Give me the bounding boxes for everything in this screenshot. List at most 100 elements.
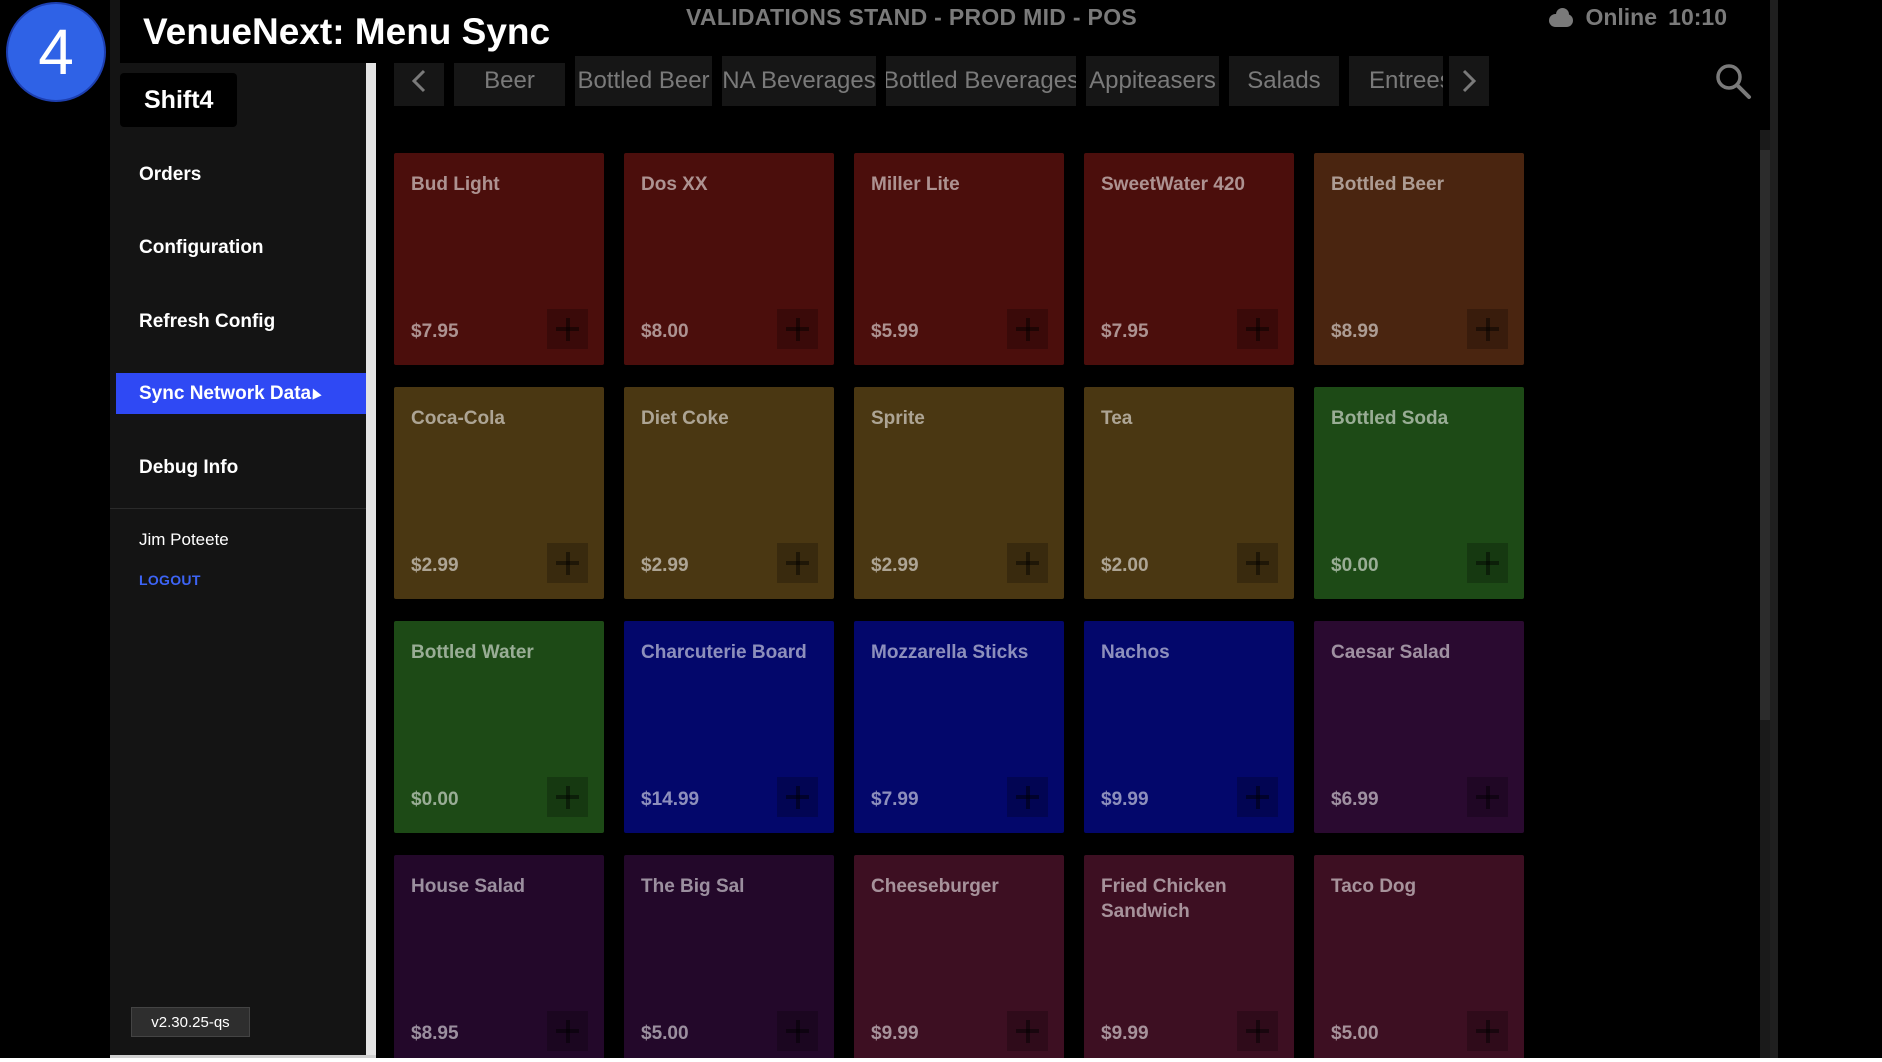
sidebar-item-label: Configuration xyxy=(139,236,264,258)
menu-item-tile[interactable]: Bottled Soda $0.00 xyxy=(1314,387,1524,599)
plus-icon[interactable] xyxy=(1467,309,1508,349)
plus-icon[interactable] xyxy=(1007,777,1048,817)
menu-item-tile[interactable]: House Salad $8.95 xyxy=(394,855,604,1059)
plus-icon[interactable] xyxy=(547,543,588,583)
menu-item-tile[interactable]: Diet Coke $2.99 xyxy=(624,387,834,599)
plus-icon[interactable] xyxy=(1237,777,1278,817)
category-tabs: Beer Bottled Beer NA Beverages Bottled B… xyxy=(394,56,1774,108)
menu-item-price: $9.99 xyxy=(1101,789,1149,810)
menu-item-price: $6.99 xyxy=(1331,789,1379,810)
plus-icon[interactable] xyxy=(1467,777,1508,817)
menu-item-name: Diet Coke xyxy=(641,408,729,429)
menu-item-price: $8.95 xyxy=(411,1023,459,1044)
plus-icon[interactable] xyxy=(1467,1011,1508,1051)
tutorial-caption: VenueNext: Menu Sync xyxy=(120,0,575,63)
menu-item-tile[interactable]: Dos XX $8.00 xyxy=(624,153,834,365)
menu-item-price: $7.95 xyxy=(1101,321,1149,342)
tabs-prev-button[interactable] xyxy=(394,56,444,106)
menu-item-price: $2.99 xyxy=(411,555,459,576)
menu-item-tile[interactable]: Cheeseburger $9.99 xyxy=(854,855,1064,1059)
plus-icon[interactable] xyxy=(547,309,588,349)
menu-item-name: Miller Lite xyxy=(871,174,960,195)
version-badge: v2.30.25-qs xyxy=(131,1007,250,1037)
menu-item-price: $14.99 xyxy=(641,789,700,810)
menu-item-name: Caesar Salad xyxy=(1331,642,1451,663)
tab-na-beverages[interactable]: NA Beverages xyxy=(722,56,876,106)
menu-item-tile[interactable]: Coca-Cola $2.99 xyxy=(394,387,604,599)
menu-item-name: Bottled Soda xyxy=(1331,408,1449,429)
page-title: VALIDATIONS STAND - PROD MID - POS xyxy=(686,4,1138,30)
menu-item-tile[interactable]: Mozzarella Sticks $7.99 xyxy=(854,621,1064,833)
menu-item-name: Bottled Beer xyxy=(1331,174,1444,195)
menu-item-tile[interactable]: Bud Light $7.95 xyxy=(394,153,604,365)
menu-item-tile[interactable]: Taco Dog $5.00 xyxy=(1314,855,1524,1059)
menu-item-price: $5.99 xyxy=(871,321,919,342)
menu-item-name: Sprite xyxy=(871,408,925,429)
plus-icon[interactable] xyxy=(1237,543,1278,583)
plus-icon[interactable] xyxy=(777,309,818,349)
menu-item-tile[interactable]: Fried Chicken Sandwich $9.99 xyxy=(1084,855,1294,1059)
menu-item-tile[interactable]: Bottled Beer $8.99 xyxy=(1314,153,1524,365)
menu-item-tile[interactable]: Sprite $2.99 xyxy=(854,387,1064,599)
plus-icon[interactable] xyxy=(1237,1011,1278,1051)
sidebar-item-label: Sync Network Data xyxy=(139,382,312,404)
plus-icon[interactable] xyxy=(777,543,818,583)
menu-item-name: Mozzarella Sticks xyxy=(871,642,1029,663)
menu-item-tile[interactable]: Miller Lite $5.99 xyxy=(854,153,1064,365)
tab-bottled-beer[interactable]: Bottled Beer xyxy=(575,56,712,106)
tabs-next-button[interactable] xyxy=(1449,56,1489,106)
plus-icon[interactable] xyxy=(1467,543,1508,583)
plus-icon[interactable] xyxy=(777,777,818,817)
menu-item-price: $7.95 xyxy=(411,321,459,342)
sidebar-item-debug-info[interactable]: Debug Info xyxy=(128,447,366,488)
menu-item-tile[interactable]: Charcuterie Board $14.99 xyxy=(624,621,834,833)
menu-item-tile[interactable]: Caesar Salad $6.99 xyxy=(1314,621,1524,833)
plus-icon[interactable] xyxy=(1007,309,1048,349)
sidebar-item-sync-network-data[interactable]: Sync Network Data xyxy=(116,373,366,414)
sidebar-item-label: Orders xyxy=(139,163,202,185)
logout-link[interactable]: LOGOUT xyxy=(128,572,201,588)
menu-item-price: $7.99 xyxy=(871,789,919,810)
menu-item-name: The Big Sal xyxy=(641,876,745,897)
menu-item-price: $2.00 xyxy=(1101,555,1149,576)
tab-bottled-beverages[interactable]: Bottled Beverages xyxy=(886,56,1076,106)
connection-status: Online xyxy=(1547,4,1657,31)
sidebar-edge xyxy=(366,0,376,1062)
tab-entrees[interactable]: Entrees xyxy=(1349,56,1443,106)
chevron-right-icon xyxy=(1462,69,1477,93)
search-icon[interactable] xyxy=(1714,62,1752,100)
tab-salads[interactable]: Salads xyxy=(1229,56,1339,106)
menu-item-price: $8.99 xyxy=(1331,321,1379,342)
plus-icon[interactable] xyxy=(547,1011,588,1051)
plus-icon[interactable] xyxy=(1007,1011,1048,1051)
menu-item-name: Bud Light xyxy=(411,174,500,195)
menu-item-grid: Bud Light $7.95 Dos XX $8.00 Miller Lite $5… xyxy=(394,153,1534,1059)
pos-main-area: VALIDATIONS STAND - PROD MID - POS Onlin… xyxy=(376,0,1778,1062)
plus-icon[interactable] xyxy=(1237,309,1278,349)
plus-icon[interactable] xyxy=(777,1011,818,1051)
sidebar-item-label: Refresh Config xyxy=(139,310,276,332)
sidebar-item-orders[interactable]: Orders xyxy=(128,154,366,195)
sidebar-divider xyxy=(110,508,366,509)
menu-item-name: Nachos xyxy=(1101,642,1170,663)
menu-item-name: SweetWater 420 xyxy=(1101,174,1245,195)
cloud-check-icon xyxy=(1547,7,1575,28)
menu-item-tile[interactable]: The Big Sal $5.00 xyxy=(624,855,834,1059)
menu-item-tile[interactable]: SweetWater 420 $7.95 xyxy=(1084,153,1294,365)
plus-icon[interactable] xyxy=(1007,543,1048,583)
menu-item-price: $5.00 xyxy=(1331,1023,1379,1044)
sidebar-item-refresh-config[interactable]: Refresh Config xyxy=(128,301,366,342)
step-number-badge: 4 xyxy=(6,2,106,102)
scrollbar-thumb[interactable] xyxy=(1760,150,1770,720)
menu-item-tile[interactable]: Nachos $9.99 xyxy=(1084,621,1294,833)
sidebar-item-configuration[interactable]: Configuration xyxy=(128,227,366,268)
chevron-left-icon xyxy=(411,69,426,93)
menu-item-name: Bottled Water xyxy=(411,642,534,663)
menu-item-tile[interactable]: Bottled Water $0.00 xyxy=(394,621,604,833)
menu-item-tile[interactable]: Tea $2.00 xyxy=(1084,387,1294,599)
screen-margin xyxy=(1778,0,1882,1062)
tab-beer[interactable]: Beer xyxy=(454,56,565,106)
tab-appiteasers[interactable]: Appiteasers xyxy=(1086,56,1219,106)
menu-item-price: $0.00 xyxy=(411,789,459,810)
plus-icon[interactable] xyxy=(547,777,588,817)
